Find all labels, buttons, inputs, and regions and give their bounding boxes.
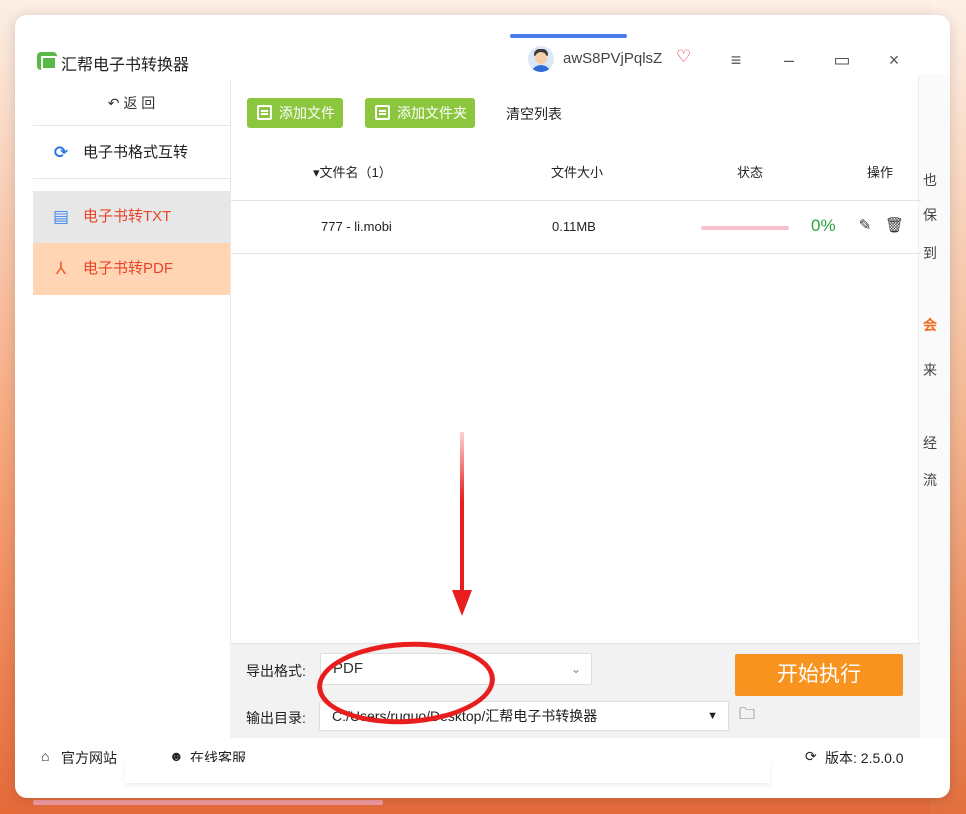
edit-icon[interactable]: ✎ xyxy=(856,217,874,235)
menu-icon[interactable]: ≡ xyxy=(725,49,747,71)
sidebar-item-format-convert[interactable]: ⟳ 电子书格式互转 xyxy=(33,127,230,179)
sidebar: ↶ 返 回 ⟳ 电子书格式互转 ▤ 电子书转TXT ⅄ 电子书转PDF xyxy=(33,80,230,730)
minimize-button[interactable]: – xyxy=(778,49,800,71)
document-icon: ▤ xyxy=(52,207,70,226)
sidebar-item-label: 电子书转PDF xyxy=(83,260,174,277)
add-file-button[interactable]: 添加文件 xyxy=(247,98,343,128)
refresh-icon: ⟳ xyxy=(53,143,69,162)
add-folder-icon xyxy=(375,105,390,120)
progress-percent: 0% xyxy=(811,216,836,235)
title-accent-bar xyxy=(510,34,627,38)
sidebar-item-to-pdf[interactable]: ⅄ 电子书转PDF xyxy=(33,243,230,295)
sidebar-item-label: 电子书格式互转 xyxy=(83,144,189,161)
sidebar-item-to-txt[interactable]: ▤ 电子书转TXT xyxy=(33,191,230,243)
table-row[interactable]: 777 - li.mobi 0.11MB 0% ✎ 🗑 xyxy=(231,200,921,254)
caret-down-icon: ▼ xyxy=(707,710,718,722)
back-button[interactable]: ↶ 返 回 xyxy=(33,80,230,126)
maximize-button[interactable]: ▭ xyxy=(831,49,853,71)
open-folder-icon[interactable]: 🗀 xyxy=(739,707,759,723)
chevron-down-icon: ⌄ xyxy=(570,662,581,676)
output-label: 输出目录: xyxy=(246,710,306,726)
version-label: 版本: 2.5.0.0 xyxy=(825,750,904,766)
header-filename[interactable]: ▾文件名（1） xyxy=(313,162,392,181)
header-status: 状态 xyxy=(737,165,764,180)
annotation-arrow xyxy=(460,432,464,604)
app-title: 汇帮电子书转换器 xyxy=(61,57,190,74)
home-icon: ⌂ xyxy=(41,748,50,764)
start-button[interactable]: 开始执行 xyxy=(735,654,903,696)
header-action: 操作 xyxy=(867,165,894,180)
peek-text: 会 xyxy=(923,317,937,333)
peek-text: 到 xyxy=(923,245,937,261)
title-bar: 汇帮电子书转换器 awS8PVjPqlsZ ♡ ≡ – ▭ × xyxy=(15,15,950,80)
add-folder-button[interactable]: 添加文件夹 xyxy=(365,98,475,128)
peek-text: 经 xyxy=(923,435,937,451)
sync-icon: ⟳ xyxy=(805,748,817,764)
peek-text: 流 xyxy=(923,472,937,488)
peek-text: 来 xyxy=(923,362,937,378)
main-panel: 添加文件 添加文件夹 清空列表 ▾文件名（1） 文件大小 状态 操作 777 -… xyxy=(230,80,921,730)
clear-list-button[interactable]: 清空列表 xyxy=(506,104,562,124)
website-link[interactable]: 官方网站 xyxy=(61,748,117,768)
user-avatar[interactable] xyxy=(528,46,554,72)
background-window-bar xyxy=(33,800,383,805)
background-window-strip xyxy=(125,762,770,783)
back-arrow-icon: ↶ xyxy=(107,95,124,111)
background-window-peek: 也 保 到 会 来 经 流 xyxy=(918,75,950,755)
annotation-arrow-head xyxy=(452,590,472,616)
row-filename: 777 - li.mobi xyxy=(321,219,392,234)
delete-icon[interactable]: 🗑 xyxy=(885,217,904,235)
username[interactable]: awS8PVjPqlsZ xyxy=(563,50,662,67)
table-header: ▾文件名（1） 文件大小 状态 操作 xyxy=(231,162,921,184)
add-file-label: 添加文件 xyxy=(279,105,335,121)
back-label: 返 回 xyxy=(123,95,156,111)
app-logo-icon xyxy=(37,52,57,70)
peek-text: 也 xyxy=(923,172,937,188)
row-size: 0.11MB xyxy=(552,219,596,234)
sidebar-item-label: 电子书转TXT xyxy=(83,208,172,225)
close-button[interactable]: × xyxy=(883,49,905,71)
vip-heart-icon[interactable]: ♡ xyxy=(676,47,696,67)
app-window: 也 保 到 会 来 经 流 汇帮电子书转换器 awS8PVjPqlsZ ♡ ≡ … xyxy=(15,15,950,798)
add-folder-label: 添加文件夹 xyxy=(397,105,467,121)
peek-text: 保 xyxy=(923,207,937,223)
header-size: 文件大小 xyxy=(551,165,604,180)
add-file-icon xyxy=(257,105,272,120)
pdf-icon: ⅄ xyxy=(55,259,67,278)
progress-bar xyxy=(701,226,789,230)
format-label: 导出格式: xyxy=(246,663,306,679)
